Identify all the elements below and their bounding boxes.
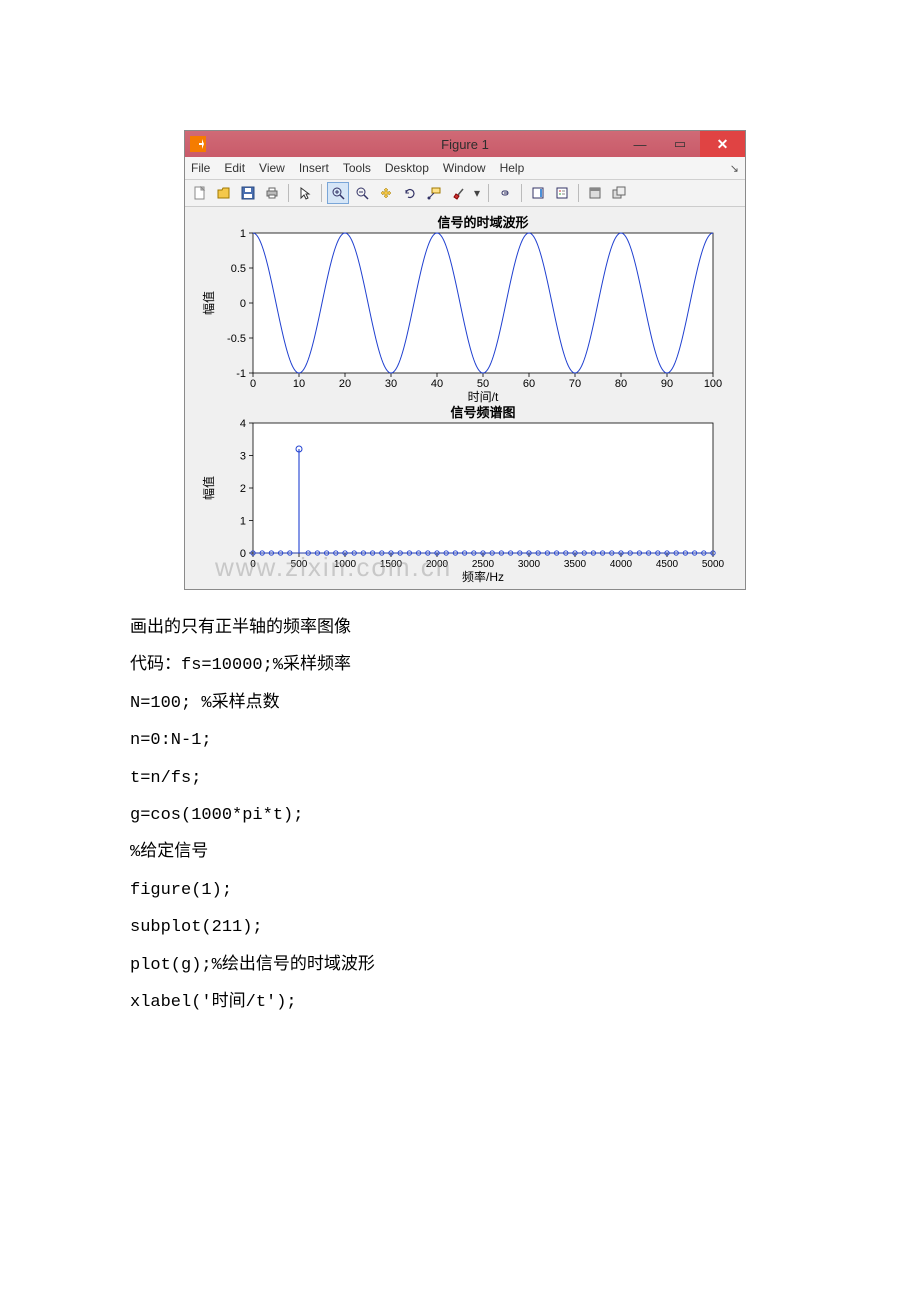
code-intro: 代码：fs=10000;%采样频率 (130, 645, 800, 684)
svg-text:信号的时域波形: 信号的时域波形 (437, 215, 528, 230)
toolbar-separator (578, 184, 579, 202)
menu-window[interactable]: Window (443, 161, 486, 175)
svg-text:70: 70 (569, 378, 581, 390)
svg-text:0: 0 (240, 298, 246, 310)
code-line: g=cos(1000*pi*t); (130, 797, 800, 834)
open-icon[interactable] (213, 182, 235, 204)
dock-icon[interactable] (584, 182, 606, 204)
toolbar-separator (488, 184, 489, 202)
svg-text:30: 30 (385, 378, 397, 390)
colorbar-icon[interactable] (527, 182, 549, 204)
plots-svg: 0102030405060708090100-1-0.500.51信号的时域波形… (193, 213, 733, 583)
svg-text:40: 40 (431, 378, 443, 390)
caption: 画出的只有正半轴的频率图像 (130, 608, 800, 645)
code-line: plot(g);%绘出信号的时域波形 (130, 947, 800, 984)
svg-text:2000: 2000 (426, 559, 449, 570)
svg-text:3: 3 (240, 451, 246, 463)
undock-icon[interactable] (608, 182, 630, 204)
svg-text:-0.5: -0.5 (227, 333, 246, 345)
svg-text:2500: 2500 (472, 559, 495, 570)
svg-text:0: 0 (250, 378, 256, 390)
menu-file[interactable]: File (191, 161, 210, 175)
menu-insert[interactable]: Insert (299, 161, 329, 175)
code-line: n=0:N-1; (130, 722, 800, 759)
svg-text:10: 10 (293, 378, 305, 390)
print-icon[interactable] (261, 182, 283, 204)
menu-edit[interactable]: Edit (224, 161, 245, 175)
toolbar-separator (321, 184, 322, 202)
svg-text:60: 60 (523, 378, 535, 390)
data-cursor-icon[interactable] (423, 182, 445, 204)
plot-area: 0102030405060708090100-1-0.500.51信号的时域波形… (185, 207, 745, 589)
pan-icon[interactable] (375, 182, 397, 204)
svg-text:1500: 1500 (380, 559, 403, 570)
rotate-icon[interactable] (399, 182, 421, 204)
svg-text:4500: 4500 (656, 559, 679, 570)
toolbar-separator (521, 184, 522, 202)
svg-text:3500: 3500 (564, 559, 587, 570)
code-line: t=n/fs; (130, 760, 800, 797)
pointer-icon[interactable] (294, 182, 316, 204)
menu-view[interactable]: View (259, 161, 285, 175)
svg-text:90: 90 (661, 378, 673, 390)
svg-text:3000: 3000 (518, 559, 541, 570)
menu-desktop[interactable]: Desktop (385, 161, 429, 175)
titlebar[interactable]: Figure 1 — ▭ ✕ (185, 131, 745, 157)
minimize-button[interactable]: — (620, 131, 660, 157)
svg-text:20: 20 (339, 378, 351, 390)
svg-text:80: 80 (615, 378, 627, 390)
menubar: File Edit View Insert Tools Desktop Wind… (185, 157, 745, 180)
code-line: %给定信号 (130, 834, 800, 871)
svg-text:频率/Hz: 频率/Hz (462, 569, 504, 583)
svg-text:2: 2 (240, 483, 246, 495)
toolbar-separator (288, 184, 289, 202)
code-line: N=100; %采样点数 (130, 685, 800, 722)
menu-help[interactable]: Help (500, 161, 525, 175)
link-icon[interactable] (494, 182, 516, 204)
code-line: xlabel('时间/t'); (130, 984, 800, 1021)
dock-arrow-icon[interactable]: ↘ (730, 162, 739, 175)
new-icon[interactable] (189, 182, 211, 204)
brush-icon[interactable] (447, 182, 469, 204)
svg-text:500: 500 (291, 559, 308, 570)
maximize-button[interactable]: ▭ (660, 131, 700, 157)
figure-window: Figure 1 — ▭ ✕ File Edit View Insert Too… (184, 130, 746, 590)
svg-text:1000: 1000 (334, 559, 357, 570)
code-line: figure(1); (130, 872, 800, 909)
zoom-out-icon[interactable] (351, 182, 373, 204)
code-line: subplot(211); (130, 909, 800, 946)
svg-text:信号频谱图: 信号频谱图 (450, 405, 515, 420)
svg-text:1: 1 (240, 228, 246, 240)
close-button[interactable]: ✕ (700, 131, 745, 157)
svg-text:4: 4 (240, 418, 246, 430)
svg-text:时间/t: 时间/t (468, 390, 499, 404)
svg-text:0: 0 (240, 548, 246, 560)
svg-text:5000: 5000 (702, 559, 725, 570)
svg-text:-1: -1 (236, 368, 246, 380)
toolbar: ▾ (185, 180, 745, 207)
svg-text:0.5: 0.5 (231, 263, 246, 275)
dropdown-icon[interactable]: ▾ (471, 182, 483, 204)
svg-text:1: 1 (240, 516, 246, 528)
svg-text:0: 0 (250, 559, 256, 570)
svg-text:幅值: 幅值 (201, 291, 216, 315)
save-icon[interactable] (237, 182, 259, 204)
zoom-in-icon[interactable] (327, 182, 349, 204)
svg-text:幅值: 幅值 (201, 476, 216, 500)
svg-text:50: 50 (477, 378, 489, 390)
svg-text:4000: 4000 (610, 559, 633, 570)
menu-tools[interactable]: Tools (343, 161, 371, 175)
legend-icon[interactable] (551, 182, 573, 204)
svg-text:100: 100 (704, 378, 722, 390)
